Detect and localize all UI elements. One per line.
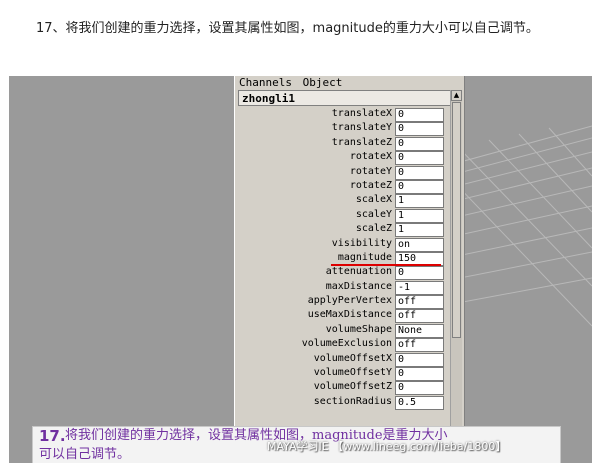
attr-label[interactable]: attenuation bbox=[326, 265, 392, 279]
attr-row-volumeOffsetY: volumeOffsetY 0 bbox=[235, 366, 450, 382]
attr-row-maxDistance: maxDistance -1 bbox=[235, 280, 450, 295]
attr-row-scaleY: scaleY 1 bbox=[235, 208, 450, 223]
attr-value-field[interactable]: 0 bbox=[395, 108, 444, 122]
menu-channels[interactable]: Channels bbox=[239, 76, 292, 89]
attr-label[interactable]: rotateY bbox=[350, 165, 392, 179]
scrollbar-thumb[interactable] bbox=[452, 102, 461, 338]
attr-row-volumeShape: volumeShape None bbox=[235, 323, 450, 338]
caption-line-2: 可以自己调节。 bbox=[39, 447, 131, 462]
attr-label[interactable]: scaleY bbox=[356, 208, 392, 222]
attr-label[interactable]: volumeOffsetZ bbox=[314, 380, 392, 394]
attr-row-volumeOffsetX: volumeOffsetX 0 bbox=[235, 352, 450, 367]
attr-value-field[interactable]: 0 bbox=[395, 352, 444, 367]
attr-row-visibility: visibility on bbox=[235, 237, 450, 252]
caption-step-number: 17. bbox=[39, 427, 66, 445]
attr-value-field[interactable]: -1 bbox=[395, 280, 444, 295]
attr-value-field[interactable]: 0 bbox=[395, 165, 444, 180]
attr-label[interactable]: volumeOffsetY bbox=[314, 366, 392, 380]
attr-value-field[interactable]: off bbox=[395, 309, 444, 324]
attr-label[interactable]: rotateX bbox=[350, 150, 392, 164]
attr-value-field[interactable]: 0 bbox=[395, 151, 444, 166]
attr-label[interactable]: sectionRadius bbox=[314, 395, 392, 409]
attr-label[interactable]: volumeOffsetX bbox=[314, 352, 392, 366]
object-name[interactable]: zhongli1 bbox=[238, 90, 453, 106]
attr-value-field[interactable]: on bbox=[395, 237, 444, 252]
attr-value-field[interactable]: 1 bbox=[395, 208, 444, 223]
attr-row-translateZ: translateZ 0 bbox=[235, 136, 450, 151]
attr-row-scaleX: scaleX 1 bbox=[235, 193, 450, 209]
attr-label[interactable]: scaleX bbox=[356, 193, 392, 207]
attr-value-field[interactable]: 0 bbox=[395, 266, 444, 281]
attr-label[interactable]: translateZ bbox=[332, 136, 392, 150]
scroll-up-arrow-icon[interactable]: ▲ bbox=[451, 90, 462, 101]
intro-text: 17、将我们创建的重力选择，设置其属性如图，magnitude的重力大小可以自己… bbox=[36, 21, 539, 36]
attr-label[interactable]: maxDistance bbox=[326, 280, 392, 294]
attr-label[interactable]: applyPerVertex bbox=[308, 294, 392, 308]
magnitude-highlight-underline bbox=[331, 264, 441, 266]
attr-value-field[interactable]: 0 bbox=[395, 367, 444, 382]
attr-value-field[interactable]: None bbox=[395, 323, 444, 338]
attr-label[interactable]: volumeExclusion bbox=[302, 337, 392, 351]
attr-label[interactable]: translateX bbox=[332, 107, 392, 121]
attr-row-volumeOffsetZ: volumeOffsetZ 0 bbox=[235, 380, 450, 396]
vertical-scrollbar[interactable]: ▲ bbox=[450, 90, 462, 430]
attr-row-useMaxDistance: useMaxDistance off bbox=[235, 308, 450, 324]
attr-row-scaleZ: scaleZ 1 bbox=[235, 222, 450, 238]
attr-label[interactable]: useMaxDistance bbox=[308, 308, 392, 322]
attr-value-field[interactable]: 1 bbox=[395, 223, 444, 238]
attr-row-rotateX: rotateX 0 bbox=[235, 150, 450, 166]
attr-label[interactable]: scaleZ bbox=[356, 222, 392, 236]
attr-row-rotateZ: rotateZ 0 bbox=[235, 179, 450, 194]
attr-value-field[interactable]: 0 bbox=[395, 136, 444, 151]
attr-value-field[interactable]: 0 bbox=[395, 381, 444, 396]
attr-value-field[interactable]: 0.5 bbox=[395, 395, 444, 410]
attr-label[interactable]: translateY bbox=[332, 121, 392, 135]
attr-row-sectionRadius: sectionRadius 0.5 bbox=[235, 395, 450, 410]
attr-value-field[interactable]: 1 bbox=[395, 194, 444, 209]
attr-value-field[interactable]: off bbox=[395, 295, 444, 310]
attr-label[interactable]: rotateZ bbox=[350, 179, 392, 193]
channel-box-panel: Channels Object zhongli1 translateX 0 tr… bbox=[234, 76, 465, 463]
attribute-list: translateX 0 translateY 0 translateZ 0 r… bbox=[235, 107, 450, 410]
maya-screenshot: Channels Object zhongli1 translateX 0 tr… bbox=[9, 76, 592, 463]
attr-label[interactable]: visibility bbox=[332, 237, 392, 251]
channel-box-menubar: Channels Object bbox=[239, 76, 346, 90]
attr-row-translateX: translateX 0 bbox=[235, 107, 450, 122]
attr-row-applyPerVertex: applyPerVertex off bbox=[235, 294, 450, 310]
attr-row-translateY: translateY 0 bbox=[235, 121, 450, 137]
attr-value-field[interactable]: 0 bbox=[395, 179, 444, 194]
watermark: MAYA学习IE 【www.lineeg.com/lieba/1800】 bbox=[267, 440, 507, 453]
menu-object[interactable]: Object bbox=[303, 76, 343, 89]
attr-value-field[interactable]: 0 bbox=[395, 122, 444, 137]
attr-label[interactable]: volumeShape bbox=[326, 323, 392, 337]
attr-value-field[interactable]: off bbox=[395, 338, 444, 353]
attr-row-rotateY: rotateY 0 bbox=[235, 165, 450, 180]
attr-row-volumeExclusion: volumeExclusion off bbox=[235, 337, 450, 353]
attr-row-attenuation: attenuation 0 bbox=[235, 265, 450, 281]
